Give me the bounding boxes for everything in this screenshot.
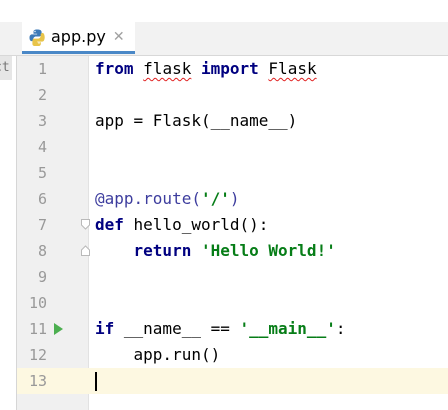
- line-number: 6: [37, 190, 47, 208]
- code-text: from flask import Flask: [95, 56, 317, 82]
- line-number: 10: [28, 294, 47, 312]
- code-text: return 'Hello World!': [95, 238, 336, 264]
- code-line[interactable]: 3 app = Flask(__name__): [17, 108, 448, 134]
- code-line[interactable]: 10: [17, 290, 448, 316]
- code-token-kw: if: [95, 319, 115, 338]
- line-number: 9: [37, 268, 47, 286]
- title-bar: [0, 0, 448, 23]
- code-line[interactable]: 11 if __name__ == '__main__':: [17, 316, 448, 342]
- close-icon[interactable]: ✕: [113, 29, 125, 45]
- code-token-plain: app.run(): [95, 345, 221, 364]
- code-token-dec: ): [229, 189, 240, 208]
- code-token-plain: hello_world():: [123, 215, 269, 234]
- code-token-plain: __name__ ==: [114, 319, 240, 338]
- line-number: 12: [28, 346, 47, 364]
- code-line[interactable]: 8 return 'Hello World!': [17, 238, 448, 264]
- code-line[interactable]: 1 from flask import Flask: [17, 56, 448, 82]
- line-number: 5: [37, 164, 47, 182]
- code-line[interactable]: 9: [17, 264, 448, 290]
- code-text: if __name__ == '__main__':: [95, 316, 345, 342]
- code-line[interactable]: 7 def hello_world():: [17, 212, 448, 238]
- code-line[interactable]: 4: [17, 134, 448, 160]
- code-line[interactable]: 5: [17, 160, 448, 186]
- run-icon[interactable]: [54, 323, 63, 335]
- code-text: @app.route('/'): [95, 186, 240, 212]
- code-text: def hello_world():: [95, 212, 268, 238]
- code-token-str: '/': [200, 189, 230, 208]
- editor-tab-bar: app.py ✕: [0, 22, 448, 58]
- fold-icon[interactable]: [81, 219, 90, 230]
- line-number: 7: [37, 216, 47, 234]
- code-token-str: 'Hello World!': [200, 241, 336, 260]
- line-number: 1: [37, 60, 47, 78]
- code-token-squiggle: Flask: [268, 59, 317, 78]
- tool-window-strip: [0, 56, 17, 410]
- code-token-dec: @app.route(: [95, 189, 201, 208]
- code-token-kw: import: [200, 59, 259, 78]
- tab-label: app.py: [51, 27, 106, 46]
- line-number: 3: [37, 112, 47, 130]
- line-number: 13: [17, 368, 47, 394]
- fold-icon[interactable]: [81, 245, 90, 256]
- code-line[interactable]: 6 @app.route('/'): [17, 186, 448, 212]
- code-text: app.run(): [95, 342, 221, 368]
- code-line[interactable]: 2: [17, 82, 448, 108]
- code-token-kw: from: [95, 59, 134, 78]
- structure-tool-button[interactable]: ct: [0, 56, 12, 80]
- code-token-plain: :: [335, 319, 346, 338]
- python-file-icon: [29, 29, 45, 46]
- text-caret: [95, 372, 97, 391]
- code-token-str: '__main__': [239, 319, 336, 338]
- code-line[interactable]: 13: [17, 368, 448, 394]
- line-number: 4: [37, 138, 47, 156]
- code-token-squiggle: flask: [143, 59, 192, 78]
- code-line[interactable]: 12 app.run(): [17, 342, 448, 368]
- line-number: 8: [37, 242, 47, 260]
- code-token-plain: app = Flask(__name__): [95, 111, 298, 130]
- tab-app-py[interactable]: app.py ✕: [22, 22, 135, 54]
- line-number: 2: [37, 86, 47, 104]
- code-text: app = Flask(__name__): [95, 108, 297, 134]
- code-token-kw: def: [95, 215, 124, 234]
- line-number: 11: [28, 320, 47, 338]
- code-token-kw: return: [133, 241, 192, 260]
